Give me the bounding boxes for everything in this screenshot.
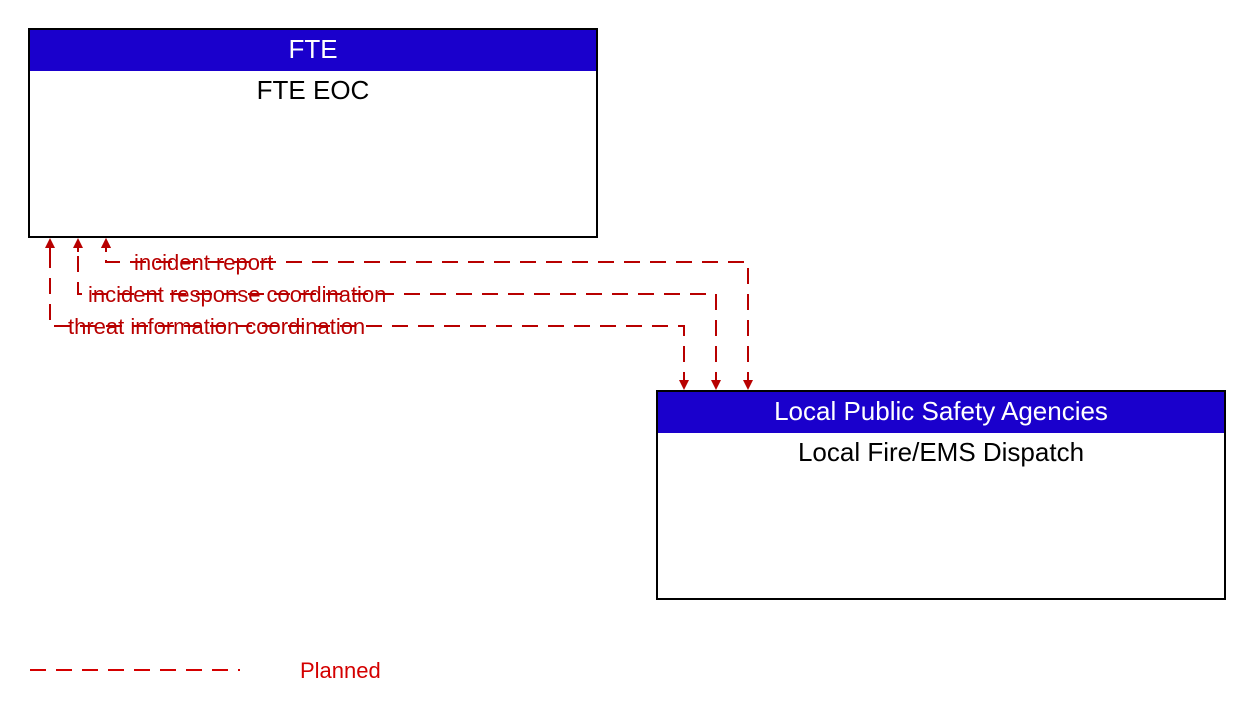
node-local-fire-ems-header: Local Public Safety Agencies [658, 392, 1224, 433]
legend-label: Planned [300, 658, 381, 684]
flow-label-incident-response: incident response coordination [88, 282, 386, 308]
flow-label-threat-info: threat information coordination [68, 314, 365, 340]
node-fte-eoc-header: FTE [30, 30, 596, 71]
flow-label-incident-report: incident report [134, 250, 273, 276]
node-fte-eoc: FTE FTE EOC [28, 28, 598, 238]
node-local-fire-ems: Local Public Safety Agencies Local Fire/… [656, 390, 1226, 600]
node-local-fire-ems-body: Local Fire/EMS Dispatch [658, 433, 1224, 468]
node-fte-eoc-body: FTE EOC [30, 71, 596, 106]
